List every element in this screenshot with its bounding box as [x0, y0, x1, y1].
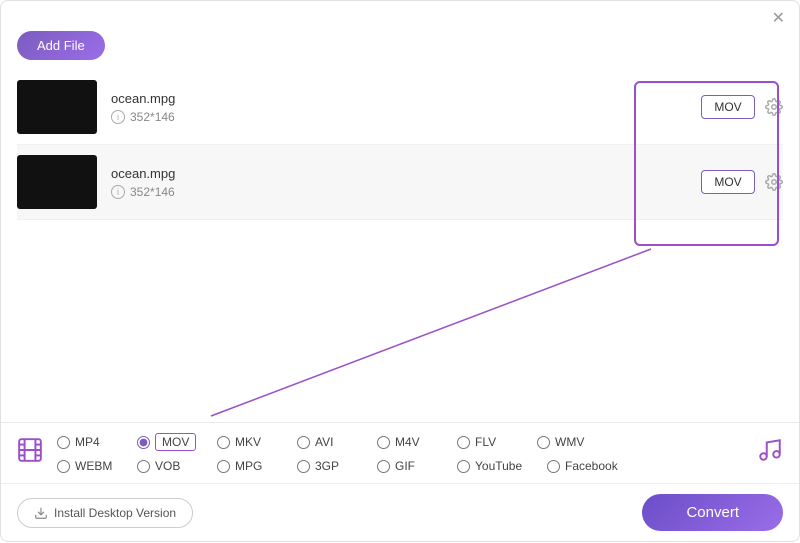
toolbar: Add File — [1, 27, 799, 70]
format-options-grid: MP4 MOV MKV AVI M4V FLV WM — [57, 433, 743, 473]
radio-facebook[interactable] — [547, 460, 560, 473]
radio-m4v[interactable] — [377, 436, 390, 449]
radio-mpg[interactable] — [217, 460, 230, 473]
format-option-3gp[interactable]: 3GP — [297, 459, 377, 473]
file-thumbnail-2 — [17, 155, 97, 209]
radio-mov[interactable] — [137, 436, 150, 449]
settings-button-2[interactable] — [765, 173, 783, 191]
radio-youtube[interactable] — [457, 460, 470, 473]
format-button-1[interactable]: MOV — [701, 95, 755, 119]
format-option-youtube[interactable]: YouTube — [457, 459, 547, 473]
file-actions-1: MOV — [701, 95, 783, 119]
film-icon — [17, 437, 43, 469]
format-row-2: WEBM VOB MPG 3GP GIF YouTube — [57, 459, 743, 473]
info-icon-1: i — [111, 110, 125, 124]
file-item-2: ocean.mpg i 352*146 MOV — [17, 145, 783, 220]
main-window: ✕ Add File ocean.mpg i 352*146 MOV — [0, 0, 800, 542]
radio-gif[interactable] — [377, 460, 390, 473]
install-label: Install Desktop Version — [54, 506, 176, 520]
file-item-1: ocean.mpg i 352*146 MOV — [17, 70, 783, 145]
format-option-webm[interactable]: WEBM — [57, 459, 137, 473]
radio-vob[interactable] — [137, 460, 150, 473]
radio-flv[interactable] — [457, 436, 470, 449]
format-option-flv[interactable]: FLV — [457, 433, 537, 451]
settings-button-1[interactable] — [765, 98, 783, 116]
file-dimensions-1: 352*146 — [130, 110, 175, 124]
file-info-2: ocean.mpg i 352*146 — [97, 166, 701, 199]
file-meta-2: i 352*146 — [111, 185, 701, 199]
format-option-gif[interactable]: GIF — [377, 459, 457, 473]
format-option-mp4[interactable]: MP4 — [57, 433, 137, 451]
close-button[interactable]: ✕ — [772, 11, 785, 27]
footer: Install Desktop Version Convert — [1, 483, 799, 541]
radio-webm[interactable] — [57, 460, 70, 473]
radio-3gp[interactable] — [297, 460, 310, 473]
file-list: ocean.mpg i 352*146 MOV ocean — [1, 70, 799, 422]
format-option-mpg[interactable]: MPG — [217, 459, 297, 473]
format-option-m4v[interactable]: M4V — [377, 433, 457, 451]
music-icon[interactable] — [757, 437, 783, 469]
format-selector-panel: MP4 MOV MKV AVI M4V FLV WM — [1, 422, 799, 483]
file-meta-1: i 352*146 — [111, 110, 701, 124]
file-dimensions-2: 352*146 — [130, 185, 175, 199]
download-icon — [34, 506, 48, 520]
format-row-1: MP4 MOV MKV AVI M4V FLV WM — [57, 433, 743, 451]
format-button-2[interactable]: MOV — [701, 170, 755, 194]
format-option-facebook[interactable]: Facebook — [547, 459, 637, 473]
install-button[interactable]: Install Desktop Version — [17, 498, 193, 528]
file-info-1: ocean.mpg i 352*146 — [97, 91, 701, 124]
convert-button[interactable]: Convert — [642, 494, 783, 531]
file-actions-2: MOV — [701, 170, 783, 194]
format-option-wmv[interactable]: WMV — [537, 433, 617, 451]
info-icon-2: i — [111, 185, 125, 199]
file-name-1: ocean.mpg — [111, 91, 701, 106]
file-thumbnail-1 — [17, 80, 97, 134]
radio-mkv[interactable] — [217, 436, 230, 449]
format-option-mov[interactable]: MOV — [137, 433, 217, 451]
title-bar: ✕ — [1, 1, 799, 27]
format-option-mkv[interactable]: MKV — [217, 433, 297, 451]
radio-avi[interactable] — [297, 436, 310, 449]
format-option-avi[interactable]: AVI — [297, 433, 377, 451]
file-name-2: ocean.mpg — [111, 166, 701, 181]
radio-mp4[interactable] — [57, 436, 70, 449]
radio-wmv[interactable] — [537, 436, 550, 449]
format-option-vob[interactable]: VOB — [137, 459, 217, 473]
add-file-button[interactable]: Add File — [17, 31, 105, 60]
